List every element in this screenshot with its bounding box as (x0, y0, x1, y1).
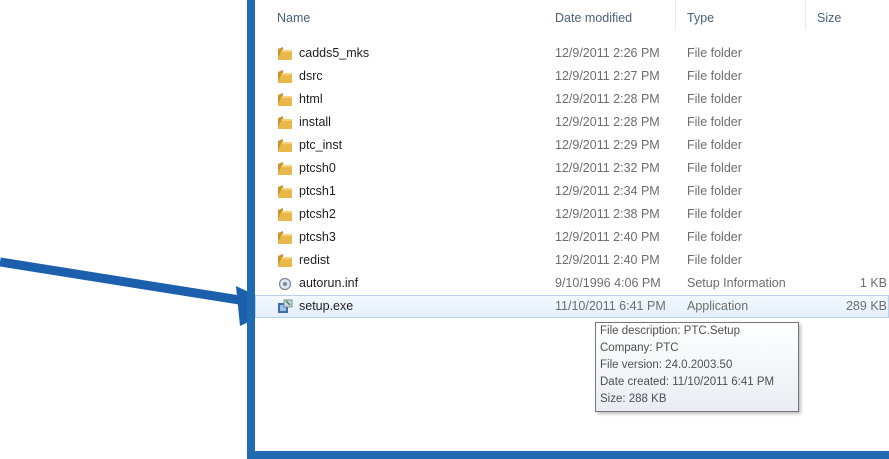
file-row[interactable]: ptcsh1 12/9/2011 2:34 PM File folder (255, 180, 889, 203)
file-date-modified: 9/10/1996 4:06 PM (555, 276, 661, 290)
file-name: setup.exe (299, 299, 354, 313)
file-date-modified: 11/10/2011 6:41 PM (555, 299, 666, 313)
tooltip-file-version: File version: 24.0.2003.50 (600, 359, 733, 371)
file-date-modified: 12/9/2011 2:28 PM (555, 92, 660, 106)
tooltip-date-created: Date created: 11/10/2011 6:41 PM (600, 376, 775, 388)
setup-exe-icon (277, 299, 293, 314)
file-date-modified: 12/9/2011 2:38 PM (555, 207, 660, 221)
file-type: File folder (687, 161, 742, 175)
file-name: html (299, 92, 323, 106)
file-size: 289 KB (845, 299, 887, 313)
file-name: ptcsh3 (299, 230, 336, 244)
folder-icon (277, 207, 293, 222)
file-list: cadds5_mks 12/9/2011 2:26 PM File folder ds… (255, 42, 889, 318)
file-type: File folder (687, 69, 742, 83)
folder-icon (277, 230, 293, 245)
folder-icon (277, 161, 293, 176)
folder-icon (277, 46, 293, 61)
file-name: install (299, 115, 331, 129)
folder-icon (277, 115, 293, 130)
file-list-pane: Name Date modified Type Size cadds5_mks 1… (255, 0, 889, 451)
window-frame-left (247, 0, 255, 459)
column-header-bar: Name Date modified Type Size (255, 0, 889, 30)
file-type: File folder (687, 184, 742, 198)
file-type: File folder (687, 115, 742, 129)
column-header-size[interactable]: Size (817, 11, 841, 25)
file-type: File folder (687, 138, 742, 152)
file-row[interactable]: setup.exe 11/10/2011 6:41 PM Application 28… (255, 295, 889, 318)
folder-icon (277, 253, 293, 268)
file-row[interactable]: ptc_inst 12/9/2011 2:29 PM File folder (255, 134, 889, 157)
tooltip-size: Size: 288 KB (600, 393, 667, 405)
tooltip-file-description: File description: PTC.Setup (600, 325, 740, 337)
folder-icon (277, 92, 293, 107)
folder-icon (277, 69, 293, 84)
setup-info-icon (277, 276, 293, 291)
file-info-tooltip: File description: PTC.Setup Company: PTC… (595, 322, 799, 412)
file-name: autorun.inf (299, 276, 359, 290)
column-divider[interactable] (805, 0, 806, 30)
file-date-modified: 12/9/2011 2:28 PM (555, 115, 660, 129)
file-date-modified: 12/9/2011 2:40 PM (555, 253, 660, 267)
file-name: ptcsh0 (299, 161, 336, 175)
file-type: File folder (687, 92, 742, 106)
file-name: ptc_inst (299, 138, 343, 152)
file-row[interactable]: install 12/9/2011 2:28 PM File folder (255, 111, 889, 134)
file-type: Setup Information (687, 276, 786, 290)
file-type: File folder (687, 230, 742, 244)
file-name: dsrc (299, 69, 323, 83)
file-type: Application (687, 299, 749, 313)
file-date-modified: 12/9/2011 2:34 PM (555, 184, 660, 198)
file-row[interactable]: cadds5_mks 12/9/2011 2:26 PM File folder (255, 42, 889, 65)
column-header-name[interactable]: Name (277, 11, 310, 25)
file-row[interactable]: autorun.inf 9/10/1996 4:06 PM Setup Inform… (255, 272, 889, 295)
file-name: ptcsh2 (299, 207, 336, 221)
column-divider[interactable] (675, 0, 676, 30)
file-row[interactable]: ptcsh2 12/9/2011 2:38 PM File folder (255, 203, 889, 226)
file-name: ptcsh1 (299, 184, 336, 198)
file-row[interactable]: redist 12/9/2011 2:40 PM File folder (255, 249, 889, 272)
file-date-modified: 12/9/2011 2:29 PM (555, 138, 660, 152)
file-name: redist (299, 253, 330, 267)
screenshot: Name Date modified Type Size cadds5_mks 1… (0, 0, 889, 459)
file-date-modified: 12/9/2011 2:32 PM (555, 161, 660, 175)
file-row[interactable]: dsrc 12/9/2011 2:27 PM File folder (255, 65, 889, 88)
window-frame-bottom (247, 451, 889, 459)
file-type: File folder (687, 207, 742, 221)
file-name: cadds5_mks (299, 46, 370, 60)
file-row[interactable]: ptcsh0 12/9/2011 2:32 PM File folder (255, 157, 889, 180)
file-type: File folder (687, 46, 742, 60)
file-date-modified: 12/9/2011 2:40 PM (555, 230, 660, 244)
file-date-modified: 12/9/2011 2:26 PM (555, 46, 660, 60)
folder-icon (277, 184, 293, 199)
file-row[interactable]: html 12/9/2011 2:28 PM File folder (255, 88, 889, 111)
column-header-date-modified[interactable]: Date modified (555, 11, 632, 25)
folder-icon (277, 138, 293, 153)
column-header-type[interactable]: Type (687, 11, 714, 25)
file-size: 1 KB (859, 276, 887, 290)
tooltip-company: Company: PTC (600, 342, 679, 354)
file-type: File folder (687, 253, 742, 267)
file-row[interactable]: ptcsh3 12/9/2011 2:40 PM File folder (255, 226, 889, 249)
file-date-modified: 12/9/2011 2:27 PM (555, 69, 660, 83)
